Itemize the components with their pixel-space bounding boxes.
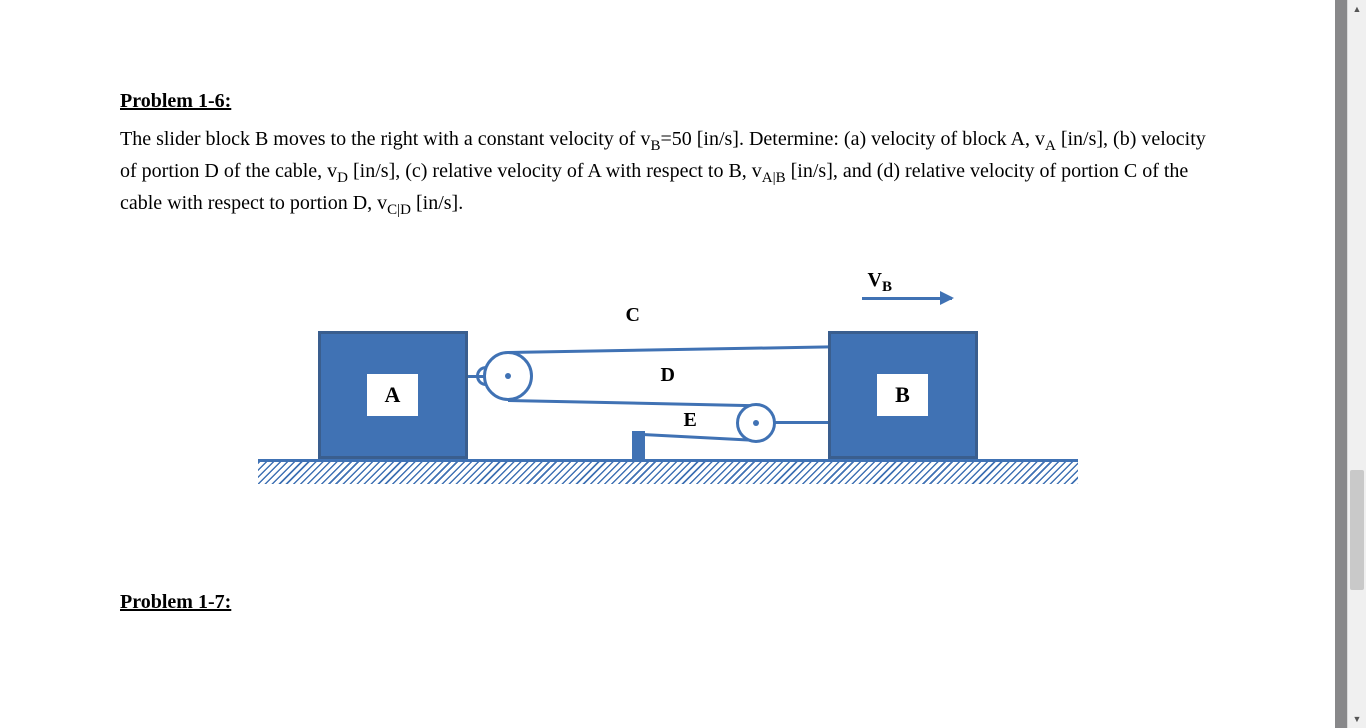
pulley-b-rod: [768, 421, 832, 424]
velocity-label-sub: B: [882, 279, 892, 295]
block-a-label: A: [367, 374, 419, 416]
cable-label-c: C: [626, 304, 640, 327]
subscript-b: B: [650, 138, 660, 154]
heading-text: Problem 1-6:: [120, 90, 231, 112]
subscript-a: A: [1045, 138, 1056, 154]
text-segment: =50 [in/s]. Determine: (a) velocity of b…: [660, 128, 1045, 150]
subscript-d: D: [337, 170, 348, 186]
pulley-a-icon: [483, 351, 533, 401]
page-edge-shadow: [1335, 0, 1347, 728]
block-b-label: B: [877, 374, 928, 416]
velocity-label-main: V: [868, 269, 882, 291]
diagram-figure: VB C D E A B: [258, 241, 1078, 531]
velocity-label: VB: [868, 269, 892, 296]
scroll-up-arrow-icon[interactable]: ▲: [1348, 0, 1366, 18]
problem-1-6-text: The slider block B moves to the right wi…: [120, 125, 1215, 221]
document-viewport: Problem 1-6: The slider block B moves to…: [0, 0, 1366, 728]
block-a: A: [318, 331, 468, 459]
cable-label-e: E: [684, 409, 697, 432]
heading-text: Problem 1-7:: [120, 591, 231, 613]
subscript-cd: C|D: [387, 202, 411, 218]
block-b: B: [828, 331, 978, 459]
scroll-down-arrow-icon[interactable]: ▼: [1348, 710, 1366, 728]
page-content: Problem 1-6: The slider block B moves to…: [0, 0, 1335, 728]
pulley-b-icon: [736, 403, 776, 443]
scrollbar-thumb[interactable]: [1350, 470, 1364, 590]
text-segment: [in/s].: [411, 192, 463, 214]
vertical-scrollbar[interactable]: ▲ ▼: [1347, 0, 1366, 728]
text-segment: [in/s], (c) relative velocity of A with …: [348, 160, 762, 182]
velocity-arrow-icon: [862, 297, 952, 300]
problem-1-7-heading: Problem 1-7:: [120, 591, 1215, 614]
ground-hatching: [258, 462, 1078, 484]
anchor-post: [632, 431, 645, 459]
subscript-ab: A|B: [762, 170, 786, 186]
cable-segment-d: [507, 399, 755, 407]
cable-segment-c: [507, 345, 829, 354]
cable-label-d: D: [661, 364, 675, 387]
problem-1-6-heading: Problem 1-6:: [120, 90, 1215, 113]
text-segment: The slider block B moves to the right wi…: [120, 128, 650, 150]
